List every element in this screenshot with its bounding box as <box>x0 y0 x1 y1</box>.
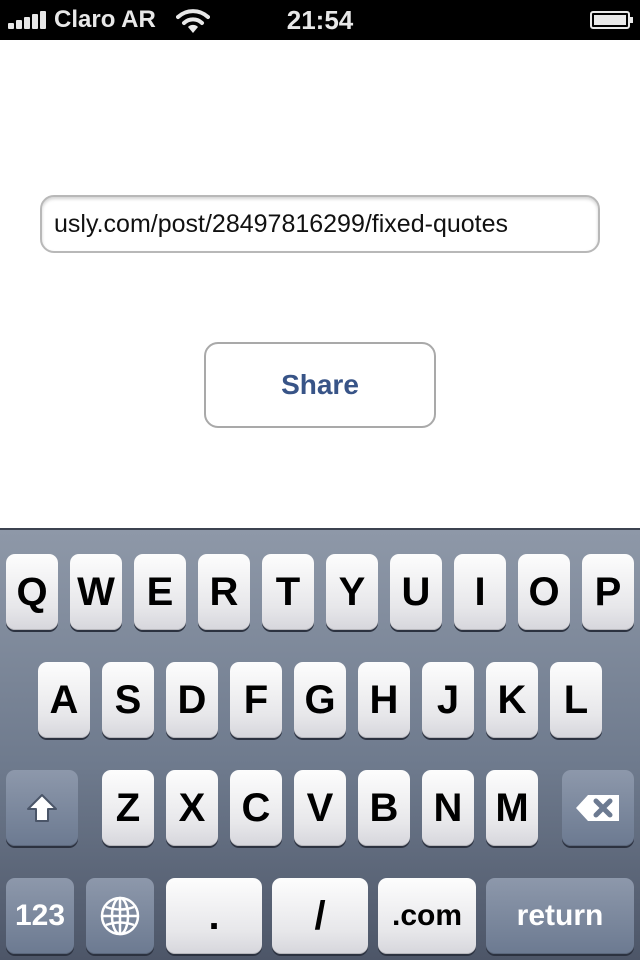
backspace-icon <box>576 795 619 821</box>
return-key[interactable]: return <box>486 878 634 954</box>
key-n[interactable]: N <box>422 770 474 846</box>
shift-icon <box>27 794 57 822</box>
key-z[interactable]: Z <box>102 770 154 846</box>
battery-icon <box>590 11 633 29</box>
key-x[interactable]: X <box>166 770 218 846</box>
key-p[interactable]: P <box>582 554 634 630</box>
dotcom-key[interactable]: .com <box>378 878 476 954</box>
share-screen: Share <box>0 40 640 528</box>
keyboard: Q W E R T Y U I O P A S D F G H J K L Z … <box>0 528 640 960</box>
clock: 21:54 <box>286 5 354 35</box>
key-s[interactable]: S <box>102 662 154 738</box>
status-bar: Claro AR 21:54 <box>0 0 640 40</box>
key-f[interactable]: F <box>230 662 282 738</box>
url-field[interactable] <box>40 195 600 253</box>
key-h[interactable]: H <box>358 662 410 738</box>
key-r[interactable]: R <box>198 554 250 630</box>
globe-icon <box>100 896 140 936</box>
key-g[interactable]: G <box>294 662 346 738</box>
key-b[interactable]: B <box>358 770 410 846</box>
key-o[interactable]: O <box>518 554 570 630</box>
key-t[interactable]: T <box>262 554 314 630</box>
key-i[interactable]: I <box>454 554 506 630</box>
slash-key[interactable]: / <box>272 878 368 954</box>
key-a[interactable]: A <box>38 662 90 738</box>
key-c[interactable]: C <box>230 770 282 846</box>
globe-key[interactable] <box>86 878 154 954</box>
key-d[interactable]: D <box>166 662 218 738</box>
key-j[interactable]: J <box>422 662 474 738</box>
url-input[interactable] <box>42 197 598 251</box>
key-v[interactable]: V <box>294 770 346 846</box>
backspace-key[interactable] <box>562 770 634 846</box>
numbers-key[interactable]: 123 <box>6 878 74 954</box>
share-button[interactable]: Share <box>204 342 436 428</box>
dot-key[interactable]: . <box>166 878 262 954</box>
shift-key[interactable] <box>6 770 78 846</box>
key-q[interactable]: Q <box>6 554 58 630</box>
key-u[interactable]: U <box>390 554 442 630</box>
key-l[interactable]: L <box>550 662 602 738</box>
key-k[interactable]: K <box>486 662 538 738</box>
key-w[interactable]: W <box>70 554 122 630</box>
key-e[interactable]: E <box>134 554 186 630</box>
key-y[interactable]: Y <box>326 554 378 630</box>
key-m[interactable]: M <box>486 770 538 846</box>
